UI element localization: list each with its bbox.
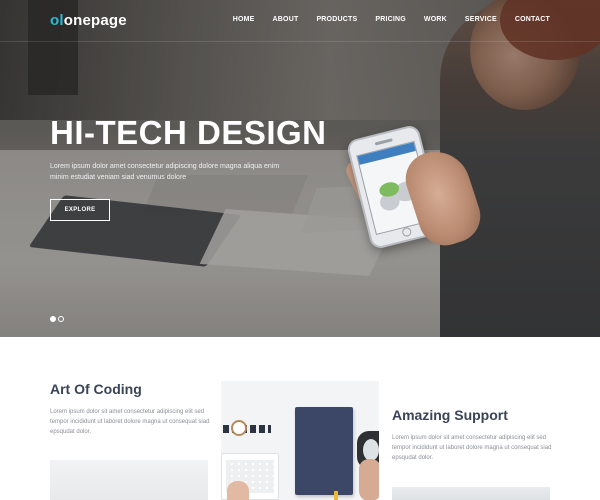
logo-mark: ol bbox=[50, 12, 64, 29]
desk-workspace-image bbox=[221, 381, 379, 500]
logo-text: onepage bbox=[63, 12, 127, 29]
phone-speaker bbox=[374, 138, 393, 146]
features-section: Art Of Coding Lorem ipsum dolor sit amet… bbox=[0, 337, 600, 500]
feature-image-coding bbox=[50, 460, 208, 500]
nav-about[interactable]: ABOUT bbox=[273, 16, 299, 23]
hero-section: olonepage HOME ABOUT PRODUCTS PRICING WO… bbox=[0, 0, 600, 337]
nav-contact[interactable]: CONTACT bbox=[515, 16, 550, 23]
phone-app-bar bbox=[357, 142, 416, 165]
notebook-ribbon bbox=[334, 491, 338, 500]
nav-pricing[interactable]: PRICING bbox=[375, 16, 406, 23]
nav-home[interactable]: HOME bbox=[233, 16, 255, 23]
explore-button[interactable]: EXPLORE bbox=[50, 199, 110, 221]
site-logo[interactable]: olonepage bbox=[50, 12, 127, 29]
nav-work[interactable]: WORK bbox=[424, 16, 447, 23]
typing-hand bbox=[227, 481, 249, 500]
cup-hand bbox=[359, 459, 379, 500]
feature-title-coding: Art Of Coding bbox=[50, 381, 142, 397]
feature-text-coding: Lorem ipsum dolor sit amet consectetur a… bbox=[50, 409, 210, 435]
hero-subtitle: Lorem ipsum dolor amet consectetur adipi… bbox=[50, 163, 280, 181]
nav-products[interactable]: PRODUCTS bbox=[316, 16, 357, 23]
nav-service[interactable]: SERVICE bbox=[465, 16, 497, 23]
notebook-image bbox=[295, 407, 353, 495]
watch-icon bbox=[231, 420, 247, 436]
main-nav: HOME ABOUT PRODUCTS PRICING WORK SERVICE… bbox=[215, 16, 550, 23]
slider-dots bbox=[50, 316, 64, 322]
phone-home-button bbox=[401, 226, 413, 238]
feature-title-support: Amazing Support bbox=[392, 407, 508, 423]
slider-dot-1[interactable] bbox=[50, 316, 56, 322]
feature-text-support: Lorem ipsum dolor sit amet consectetur a… bbox=[392, 435, 552, 461]
navbar: olonepage HOME ABOUT PRODUCTS PRICING WO… bbox=[0, 0, 600, 42]
hero-title: HI-TECH DESIGN bbox=[50, 114, 327, 151]
feature-image-support bbox=[392, 487, 550, 500]
slider-dot-2[interactable] bbox=[58, 316, 64, 322]
